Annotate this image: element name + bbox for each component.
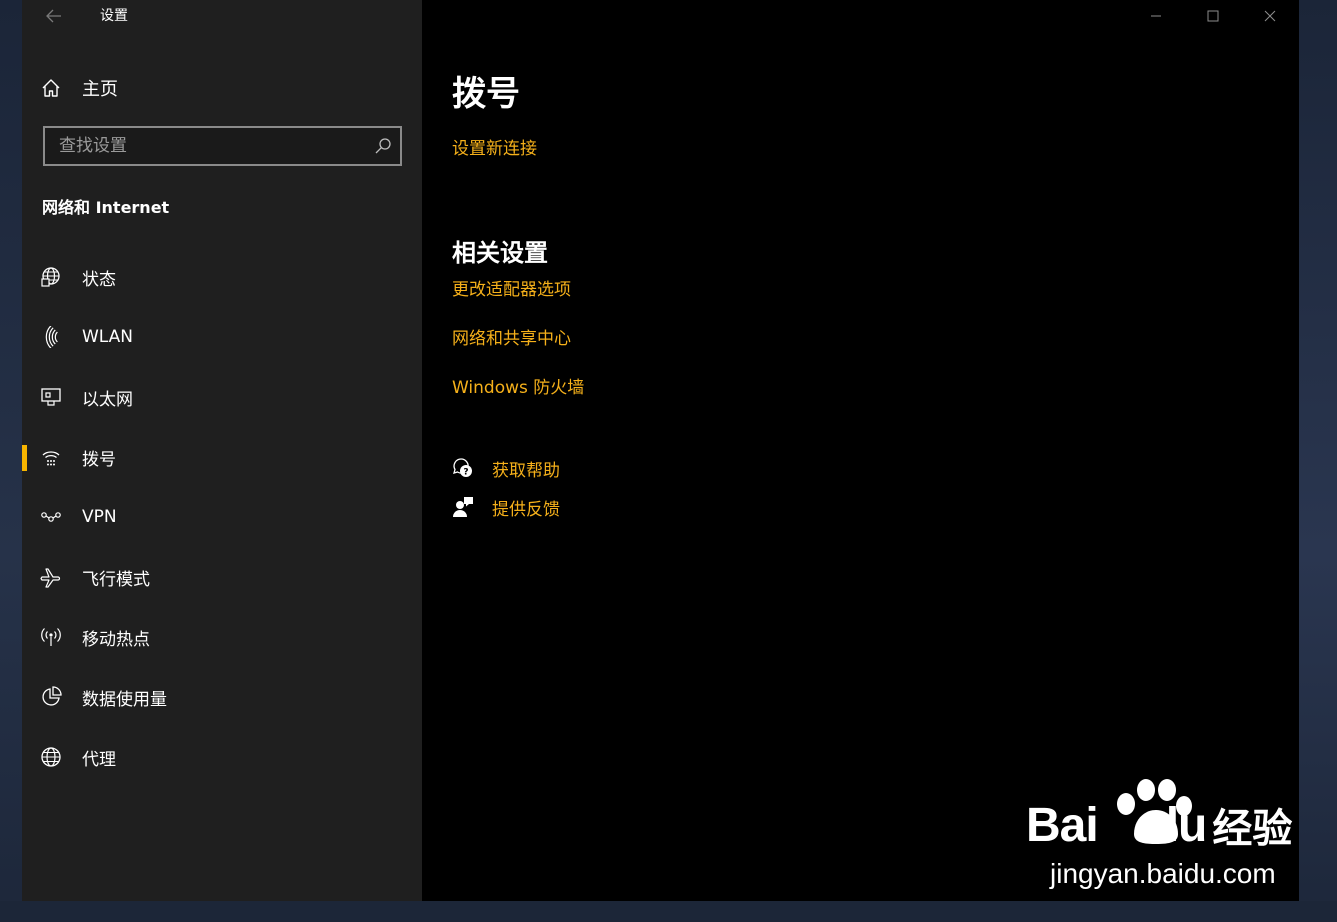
window-title: 设置	[100, 8, 128, 24]
sidebar-item-airplane[interactable]: 飞行模式	[22, 547, 422, 607]
sidebar-nav: 状态 WLAN 以太网 拨号 VPN 飞行模式 移动热点 数据使用量 代理	[22, 247, 422, 787]
page-title: 拨号	[452, 74, 520, 114]
give-feedback-link[interactable]: 提供反馈	[452, 494, 560, 520]
sidebar-item-dialup[interactable]: 拨号	[22, 427, 422, 487]
search-input[interactable]	[45, 128, 369, 164]
network-sharing-center-link[interactable]: 网络和共享中心	[452, 324, 571, 349]
watermark-url: jingyan.baidu.com	[1050, 858, 1276, 889]
svg-text:?: ?	[463, 468, 468, 478]
sidebar: 设置 主页 网络和 Internet 状态 WLAN 以太网	[22, 0, 422, 901]
back-arrow-icon[interactable]	[42, 6, 66, 26]
sidebar-item-ethernet[interactable]: 以太网	[22, 367, 422, 427]
sidebar-item-hotspot[interactable]: 移动热点	[22, 607, 422, 667]
sidebar-item-label: 数据使用量	[82, 689, 167, 710]
sidebar-item-label: 移动热点	[82, 629, 150, 650]
close-button[interactable]	[1242, 0, 1298, 32]
vpn-icon	[41, 512, 61, 522]
wifi-icon	[45, 326, 58, 348]
get-help-link[interactable]: ? 获取帮助	[452, 455, 560, 481]
home-icon	[42, 79, 60, 97]
sidebar-item-wlan[interactable]: WLAN	[22, 307, 422, 367]
give-feedback-label: 提供反馈	[492, 499, 560, 520]
setup-new-connection-link[interactable]: 设置新连接	[452, 134, 537, 159]
close-icon	[1264, 10, 1276, 22]
sidebar-item-proxy[interactable]: 代理	[22, 727, 422, 787]
sidebar-item-data-usage[interactable]: 数据使用量	[22, 667, 422, 727]
ethernet-icon	[41, 388, 61, 406]
home-nav-item[interactable]: 主页	[40, 74, 400, 102]
baidu-jingyan-watermark: Bai du 经验 jingyan.baidu.com	[1022, 776, 1299, 896]
maximize-icon	[1207, 10, 1219, 22]
sidebar-item-vpn[interactable]: VPN	[22, 487, 422, 547]
windows-firewall-link[interactable]: Windows 防火墙	[452, 373, 584, 398]
get-help-label: 获取帮助	[492, 460, 560, 481]
main-content: 拨号 设置新连接 相关设置 更改适配器选项 网络和共享中心 Windows 防火…	[422, 0, 1299, 901]
help-chat-icon: ?	[453, 458, 472, 478]
desktop-background-right	[1299, 0, 1337, 922]
feedback-icon	[453, 497, 473, 517]
search-box	[43, 126, 402, 166]
sidebar-item-label: 拨号	[82, 449, 116, 470]
airplane-icon	[40, 568, 61, 588]
sidebar-item-status[interactable]: 状态	[22, 247, 422, 307]
search-icon[interactable]	[374, 137, 392, 155]
hotspot-icon	[41, 628, 61, 646]
desktop-background-left	[0, 0, 22, 922]
sidebar-item-label: 飞行模式	[82, 569, 150, 590]
sidebar-item-label: WLAN	[82, 327, 134, 347]
sidebar-item-label: 状态	[82, 269, 116, 290]
section-title: 网络和 Internet	[42, 198, 170, 217]
watermark-brand: Bai	[1026, 798, 1099, 852]
data-usage-icon	[42, 686, 62, 706]
change-adapter-options-link[interactable]: 更改适配器选项	[452, 275, 571, 300]
sidebar-item-label: 代理	[82, 749, 116, 770]
status-globe-icon	[41, 267, 60, 287]
minimize-icon	[1151, 15, 1161, 17]
watermark-brand-2: du	[1149, 798, 1208, 852]
maximize-button[interactable]	[1185, 0, 1241, 32]
related-settings-heading: 相关设置	[452, 239, 548, 267]
proxy-globe-icon	[41, 747, 61, 767]
desktop-background-bottom	[0, 901, 1337, 922]
sidebar-item-label: VPN	[82, 507, 117, 527]
settings-window: 设置 主页 网络和 Internet 状态 WLAN 以太网	[22, 0, 1299, 901]
minimize-button[interactable]	[1128, 0, 1184, 32]
home-label: 主页	[82, 79, 118, 100]
watermark-brand-cn: 经验	[1212, 806, 1293, 852]
sidebar-item-label: 以太网	[82, 389, 133, 410]
dialup-icon	[42, 451, 60, 466]
